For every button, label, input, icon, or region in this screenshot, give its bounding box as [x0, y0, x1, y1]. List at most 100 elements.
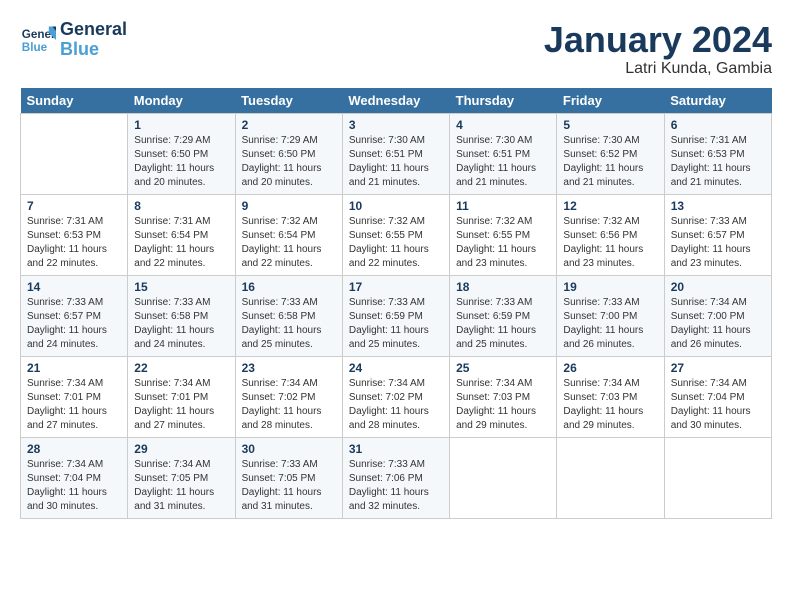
logo-line2: Blue [60, 39, 99, 59]
logo-icon: General Blue [20, 22, 56, 58]
weekday-header: Friday [557, 88, 664, 114]
weekday-header: Wednesday [342, 88, 449, 114]
day-info: Sunrise: 7:34 AM Sunset: 7:00 PM Dayligh… [671, 296, 765, 352]
calendar-cell: 30Sunrise: 7:33 AM Sunset: 7:05 PM Dayli… [235, 437, 342, 518]
weekday-header: Sunday [21, 88, 128, 114]
calendar-cell: 17Sunrise: 7:33 AM Sunset: 6:59 PM Dayli… [342, 275, 449, 356]
day-info: Sunrise: 7:33 AM Sunset: 6:59 PM Dayligh… [456, 296, 550, 352]
day-number: 17 [349, 280, 443, 294]
calendar-cell: 3 Sunrise: 7:30 AM Sunset: 6:51 PM Daylig… [342, 113, 449, 194]
day-info: Sunrise: 7:32 AM Sunset: 6:54 PM Dayligh… [242, 215, 336, 271]
calendar-cell: 9 Sunrise: 7:32 AM Sunset: 6:54 PM Daylig… [235, 194, 342, 275]
calendar-table: SundayMondayTuesdayWednesdayThursdayFrid… [20, 88, 772, 519]
day-info: Sunrise: 7:33 AM Sunset: 7:00 PM Dayligh… [563, 296, 657, 352]
calendar-cell [557, 437, 664, 518]
day-info: Sunrise: 7:32 AM Sunset: 6:56 PM Dayligh… [563, 215, 657, 271]
calendar-cell: 21 Sunrise: 7:34 AM Sunset: 7:01 PM Dayli… [21, 356, 128, 437]
calendar-cell: 16 Sunrise: 7:33 AM Sunset: 6:58 PM Dayli… [235, 275, 342, 356]
day-info: Sunrise: 7:34 AM Sunset: 7:04 PM Dayligh… [671, 377, 765, 433]
day-info: Sunrise: 7:33 AM Sunset: 6:57 PM Dayligh… [27, 296, 121, 352]
day-info: Sunrise: 7:30 AM Sunset: 6:52 PM Dayligh… [563, 134, 657, 190]
calendar-cell: 4 Sunrise: 7:30 AM Sunset: 6:51 PM Daylig… [450, 113, 557, 194]
day-info: Sunrise: 7:31 AM Sunset: 6:53 PM Dayligh… [671, 134, 765, 190]
day-number: 23 [242, 361, 336, 375]
month-title: January 2024 [544, 20, 772, 60]
calendar-cell: 24 Sunrise: 7:34 AM Sunset: 7:02 PM Dayli… [342, 356, 449, 437]
day-number: 14 [27, 280, 121, 294]
weekday-header: Saturday [664, 88, 771, 114]
calendar-week-row: 1Sunrise: 7:29 AM Sunset: 6:50 PM Daylig… [21, 113, 772, 194]
calendar-cell: 23 Sunrise: 7:34 AM Sunset: 7:02 PM Dayli… [235, 356, 342, 437]
day-number: 7 [27, 199, 121, 213]
logo-line1: General [60, 20, 127, 40]
day-info: Sunrise: 7:29 AM Sunset: 6:50 PM Dayligh… [134, 134, 228, 190]
calendar-cell: 28Sunrise: 7:34 AM Sunset: 7:04 PM Dayli… [21, 437, 128, 518]
calendar-cell: 26 Sunrise: 7:34 AM Sunset: 7:03 PM Dayli… [557, 356, 664, 437]
day-info: Sunrise: 7:33 AM Sunset: 6:58 PM Dayligh… [134, 296, 228, 352]
day-number: 2 [242, 118, 336, 132]
calendar-cell: 18 Sunrise: 7:33 AM Sunset: 6:59 PM Dayli… [450, 275, 557, 356]
day-number: 16 [242, 280, 336, 294]
day-number: 9 [242, 199, 336, 213]
calendar-cell: 8Sunrise: 7:31 AM Sunset: 6:54 PM Daylig… [128, 194, 235, 275]
day-info: Sunrise: 7:34 AM Sunset: 7:02 PM Dayligh… [349, 377, 443, 433]
day-number: 30 [242, 442, 336, 456]
calendar-cell [664, 437, 771, 518]
calendar-cell: 19 Sunrise: 7:33 AM Sunset: 7:00 PM Dayli… [557, 275, 664, 356]
calendar-cell: 10 Sunrise: 7:32 AM Sunset: 6:55 PM Dayli… [342, 194, 449, 275]
calendar-cell: 25Sunrise: 7:34 AM Sunset: 7:03 PM Dayli… [450, 356, 557, 437]
day-number: 11 [456, 199, 550, 213]
day-info: Sunrise: 7:34 AM Sunset: 7:01 PM Dayligh… [27, 377, 121, 433]
title-block: January 2024 Latri Kunda, Gambia [544, 20, 772, 78]
svg-text:Blue: Blue [22, 41, 48, 54]
calendar-cell: 29 Sunrise: 7:34 AM Sunset: 7:05 PM Dayli… [128, 437, 235, 518]
day-number: 28 [27, 442, 121, 456]
logo: General Blue General Blue [20, 20, 127, 60]
logo-text: General Blue [60, 20, 127, 60]
day-number: 10 [349, 199, 443, 213]
weekday-header: Monday [128, 88, 235, 114]
day-info: Sunrise: 7:33 AM Sunset: 6:57 PM Dayligh… [671, 215, 765, 271]
weekday-header: Thursday [450, 88, 557, 114]
calendar-cell: 7Sunrise: 7:31 AM Sunset: 6:53 PM Daylig… [21, 194, 128, 275]
day-info: Sunrise: 7:34 AM Sunset: 7:03 PM Dayligh… [456, 377, 550, 433]
calendar-cell: 11 Sunrise: 7:32 AM Sunset: 6:55 PM Dayli… [450, 194, 557, 275]
calendar-cell: 1Sunrise: 7:29 AM Sunset: 6:50 PM Daylig… [128, 113, 235, 194]
calendar-cell [450, 437, 557, 518]
day-number: 15 [134, 280, 228, 294]
calendar-week-row: 28Sunrise: 7:34 AM Sunset: 7:04 PM Dayli… [21, 437, 772, 518]
day-number: 13 [671, 199, 765, 213]
calendar-cell: 20Sunrise: 7:34 AM Sunset: 7:00 PM Dayli… [664, 275, 771, 356]
day-info: Sunrise: 7:34 AM Sunset: 7:05 PM Dayligh… [134, 458, 228, 514]
day-info: Sunrise: 7:33 AM Sunset: 6:58 PM Dayligh… [242, 296, 336, 352]
day-number: 22 [134, 361, 228, 375]
day-number: 24 [349, 361, 443, 375]
day-info: Sunrise: 7:32 AM Sunset: 6:55 PM Dayligh… [456, 215, 550, 271]
day-number: 18 [456, 280, 550, 294]
day-number: 29 [134, 442, 228, 456]
day-info: Sunrise: 7:29 AM Sunset: 6:50 PM Dayligh… [242, 134, 336, 190]
calendar-week-row: 14 Sunrise: 7:33 AM Sunset: 6:57 PM Dayli… [21, 275, 772, 356]
day-number: 21 [27, 361, 121, 375]
day-number: 19 [563, 280, 657, 294]
day-number: 6 [671, 118, 765, 132]
calendar-cell: 31Sunrise: 7:33 AM Sunset: 7:06 PM Dayli… [342, 437, 449, 518]
calendar-week-row: 7Sunrise: 7:31 AM Sunset: 6:53 PM Daylig… [21, 194, 772, 275]
day-number: 4 [456, 118, 550, 132]
calendar-cell: 22Sunrise: 7:34 AM Sunset: 7:01 PM Dayli… [128, 356, 235, 437]
calendar-cell: 15 Sunrise: 7:33 AM Sunset: 6:58 PM Dayli… [128, 275, 235, 356]
day-info: Sunrise: 7:30 AM Sunset: 6:51 PM Dayligh… [349, 134, 443, 190]
day-number: 3 [349, 118, 443, 132]
day-info: Sunrise: 7:32 AM Sunset: 6:55 PM Dayligh… [349, 215, 443, 271]
day-info: Sunrise: 7:34 AM Sunset: 7:02 PM Dayligh… [242, 377, 336, 433]
day-number: 8 [134, 199, 228, 213]
day-number: 26 [563, 361, 657, 375]
day-info: Sunrise: 7:30 AM Sunset: 6:51 PM Dayligh… [456, 134, 550, 190]
day-info: Sunrise: 7:34 AM Sunset: 7:03 PM Dayligh… [563, 377, 657, 433]
calendar-cell: 12 Sunrise: 7:32 AM Sunset: 6:56 PM Dayli… [557, 194, 664, 275]
day-number: 12 [563, 199, 657, 213]
day-number: 27 [671, 361, 765, 375]
calendar-cell: 14 Sunrise: 7:33 AM Sunset: 6:57 PM Dayli… [21, 275, 128, 356]
day-info: Sunrise: 7:33 AM Sunset: 7:06 PM Dayligh… [349, 458, 443, 514]
page: General Blue General Blue January 2024 L… [0, 0, 792, 529]
